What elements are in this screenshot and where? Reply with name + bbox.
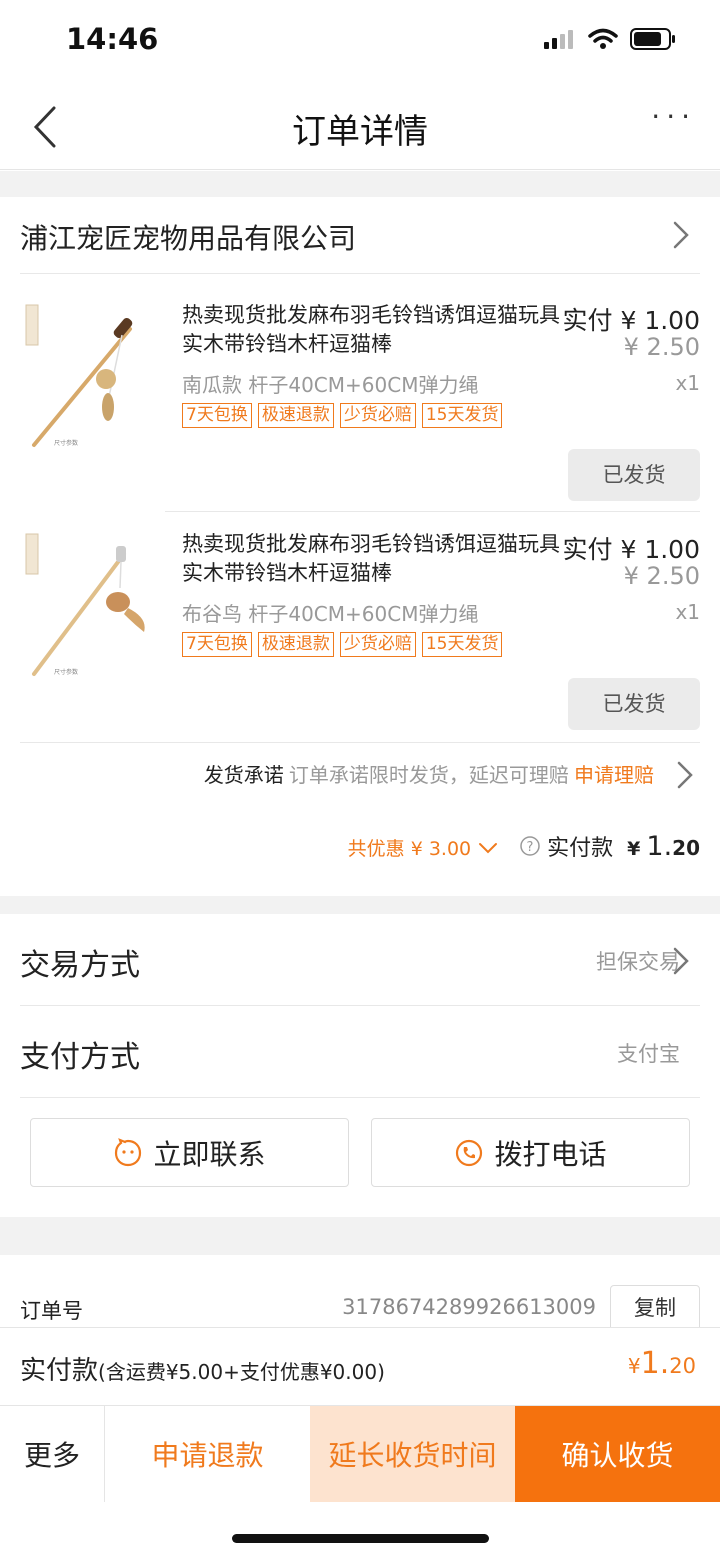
item-price-value: ¥ 1.00 xyxy=(620,306,700,335)
item-price-label: 实付 xyxy=(562,535,613,564)
item-quantity: x1 xyxy=(675,600,700,624)
promise-label: 发货承诺 xyxy=(203,763,284,787)
trade-method-row[interactable]: 交易方式 担保交易 xyxy=(0,914,720,1006)
paybar-detail: (含运费¥5.00+支付优惠¥0.00) xyxy=(98,1360,385,1384)
item-sku: 布谷鸟 杆子40CM+60CM弹力绳 xyxy=(182,602,479,626)
nav-bar: 订单详情 ··· xyxy=(0,84,720,170)
confirm-receipt-button[interactable]: 确认收货 xyxy=(515,1406,720,1502)
service-tag: 15天发货 xyxy=(421,403,503,428)
service-tag: 7天包换 xyxy=(182,632,252,657)
chevron-right-icon xyxy=(673,947,689,975)
promise-text: 订单承诺限时发货，延迟可理赔 xyxy=(288,763,569,787)
extend-receipt-button[interactable]: 延长收货时间 xyxy=(310,1406,515,1502)
item-original-price: ¥ 2.50 xyxy=(623,333,700,361)
product-image[interactable]: 尺寸参数 xyxy=(20,528,160,678)
paid-amount-dec: 20 xyxy=(672,836,700,860)
product-image[interactable]: 尺寸参数 xyxy=(20,299,160,449)
call-label: 拨打电话 xyxy=(494,1137,607,1171)
chevron-right-icon xyxy=(673,221,689,249)
order-number-label: 订单号 xyxy=(20,1299,83,1323)
payment-method-label: 支付方式 xyxy=(20,1040,140,1075)
service-tag: 少货必赔 xyxy=(339,632,416,657)
paid-label: 实付款 xyxy=(547,836,614,861)
call-button[interactable]: 拨打电话 xyxy=(371,1118,690,1187)
more-button[interactable]: 更多 xyxy=(0,1406,105,1502)
shipped-status-button[interactable]: 已发货 xyxy=(568,678,700,730)
more-icon[interactable]: ··· xyxy=(651,100,696,133)
payment-method-value: 支付宝 xyxy=(617,1042,680,1066)
contact-seller-label: 立即联系 xyxy=(153,1137,266,1171)
payment-method-row: 支付方式 支付宝 xyxy=(0,1006,720,1098)
status-icons xyxy=(544,28,676,50)
paybar-label: 实付款 xyxy=(20,1356,99,1386)
item-sku: 南瓜款 杆子40CM+60CM弹力绳 xyxy=(182,373,479,397)
contact-seller-button[interactable]: 立即联系 xyxy=(30,1118,349,1187)
shop-row[interactable]: 浦江宠匠宠物用品有限公司 xyxy=(0,197,720,273)
order-item[interactable]: 尺寸参数 热卖现货批发麻布羽毛铃铛诱饵逗猫玩具 实木带铃铛木杆逗猫棒 实付 ¥ … xyxy=(0,281,720,511)
item-price: 实付 ¥ 1.00 xyxy=(563,301,701,337)
item-price-value: ¥ 1.00 xyxy=(620,535,700,564)
service-tags: 7天包换 极速退款 少货必赔 15天发货 xyxy=(182,403,503,428)
service-tag: 7天包换 xyxy=(182,403,252,428)
cat-teaser-image: 尺寸参数 xyxy=(25,304,133,447)
shipping-promise-row[interactable]: 发货承诺 订单承诺限时发货，延迟可理赔 申请理赔 xyxy=(0,745,720,801)
chat-face-icon xyxy=(115,1137,142,1166)
svg-text:尺寸参数: 尺寸参数 xyxy=(54,668,78,676)
claim-link[interactable]: 申请理赔 xyxy=(574,763,654,787)
section-gap xyxy=(0,1217,720,1255)
paid-currency: ¥ xyxy=(627,838,641,860)
home-indicator xyxy=(232,1534,489,1543)
paybar-currency: ¥ xyxy=(627,1354,641,1378)
status-bar: 14:46 xyxy=(0,0,720,84)
order-number-row: 订单号 3178674289926613009 复制 xyxy=(0,1285,720,1331)
cat-teaser-image: 尺寸参数 xyxy=(25,533,145,676)
copy-button[interactable]: 复制 xyxy=(610,1285,700,1331)
battery-icon xyxy=(630,28,675,50)
divider xyxy=(20,273,700,274)
trade-method-label: 交易方式 xyxy=(20,948,140,983)
payment-summary-bar: 实付款(含运费¥5.00+支付优惠¥0.00) ¥1.20 xyxy=(0,1327,720,1405)
chevron-down-icon[interactable] xyxy=(477,841,499,855)
order-item[interactable]: 尺寸参数 热卖现货批发麻布羽毛铃铛诱饵逗猫玩具 实木带铃铛木杆逗猫棒 实付 ¥ … xyxy=(0,510,720,740)
phone-icon xyxy=(456,1139,483,1166)
order-number-value: 3178674289926613009 xyxy=(342,1295,596,1319)
discount-total[interactable]: 共优惠 ¥ 3.00 xyxy=(348,834,471,861)
item-quantity: x1 xyxy=(675,371,700,395)
shipped-status-button[interactable]: 已发货 xyxy=(568,449,700,501)
svg-text:尺寸参数: 尺寸参数 xyxy=(54,439,78,447)
item-title: 热卖现货批发麻布羽毛铃铛诱饵逗猫玩具 实木带铃铛木杆逗猫棒 xyxy=(182,303,560,356)
bottom-action-bar: 更多 申请退款 延长收货时间 确认收货 xyxy=(0,1405,720,1502)
status-time: 14:46 xyxy=(66,22,159,56)
divider xyxy=(20,1097,700,1098)
item-title: 热卖现货批发麻布羽毛铃铛诱饵逗猫玩具 实木带铃铛木杆逗猫棒 xyxy=(182,532,560,585)
signal-icon xyxy=(544,30,573,49)
item-original-price: ¥ 2.50 xyxy=(623,562,700,590)
page-title: 订单详情 xyxy=(292,112,428,152)
service-tag: 极速退款 xyxy=(257,632,334,657)
shop-name: 浦江宠匠宠物用品有限公司 xyxy=(20,222,357,255)
paid-amount-int: 1. xyxy=(646,831,673,862)
item-price-label: 实付 xyxy=(562,306,613,335)
section-gap xyxy=(0,171,720,197)
help-icon[interactable]: ? xyxy=(519,835,541,857)
service-tags: 7天包换 极速退款 少货必赔 15天发货 xyxy=(182,632,503,657)
refund-button[interactable]: 申请退款 xyxy=(105,1406,310,1502)
divider xyxy=(20,742,700,743)
trade-method-value: 担保交易 xyxy=(596,950,680,974)
svg-text:?: ? xyxy=(527,840,534,855)
order-summary: 共优惠 ¥ 3.00 ? 实付款 ¥ 1. 20 xyxy=(348,830,700,862)
paybar-amount-dec: 20 xyxy=(669,1354,696,1378)
service-tag: 少货必赔 xyxy=(339,403,416,428)
section-gap xyxy=(0,896,720,914)
service-tag: 极速退款 xyxy=(257,403,334,428)
wifi-icon xyxy=(588,28,618,49)
item-price: 实付 ¥ 1.00 xyxy=(563,530,701,566)
chevron-right-icon xyxy=(677,761,693,789)
paybar-amount-int: 1. xyxy=(640,1346,670,1381)
service-tag: 15天发货 xyxy=(421,632,503,657)
